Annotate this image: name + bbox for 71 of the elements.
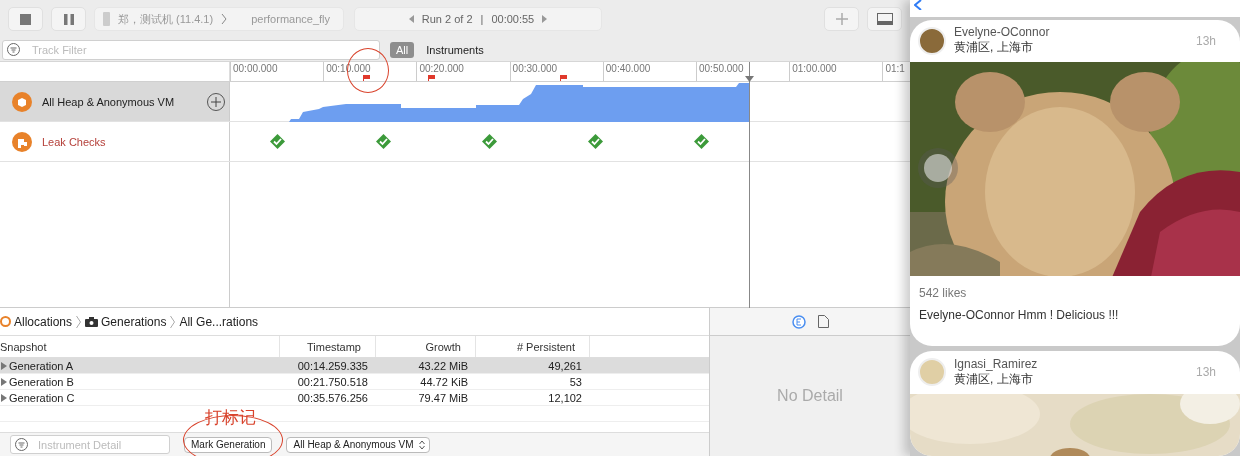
track-name: Leak Checks bbox=[42, 135, 106, 148]
track-header[interactable]: All Heap & Anonymous VM bbox=[0, 82, 230, 121]
plus-icon bbox=[211, 97, 221, 107]
table-cell-text: Generation C bbox=[9, 391, 76, 404]
user-name[interactable]: Ignasi_Ramirez bbox=[954, 356, 1188, 371]
table-cell-text: Generation A bbox=[9, 359, 75, 372]
table-cell-text: 00:14.259.335 bbox=[296, 359, 369, 372]
track-name: All Heap & Anonymous VM bbox=[42, 95, 175, 108]
breadcrumb-item[interactable]: Allocations bbox=[0, 314, 73, 329]
pause-button[interactable] bbox=[51, 7, 86, 31]
chevron-icon bbox=[221, 13, 228, 25]
pause-icon bbox=[63, 13, 74, 25]
allocations-icon bbox=[0, 316, 11, 327]
phone-icon bbox=[103, 12, 110, 26]
cube-icon bbox=[12, 91, 32, 112]
filter-icon bbox=[15, 438, 28, 451]
camera-icon bbox=[85, 316, 99, 327]
chevron-icon bbox=[170, 314, 176, 329]
faucet-icon bbox=[12, 131, 32, 152]
scope-tab[interactable]: Instruments bbox=[420, 41, 490, 58]
table-row[interactable]: Generation A 00:14.259.335 43.22 MiB 49,261 bbox=[0, 358, 709, 374]
stop-icon bbox=[20, 13, 31, 25]
updown-icon bbox=[418, 439, 425, 450]
column-header[interactable]: Growth bbox=[376, 336, 476, 357]
layout-button[interactable] bbox=[867, 7, 902, 31]
breadcrumb-item[interactable]: Generations bbox=[85, 314, 167, 329]
column-header[interactable]: Snapshot bbox=[0, 336, 280, 357]
table-cell-text: 43.22 MiB bbox=[417, 359, 469, 372]
table-cell-text: 00:35.576.256 bbox=[296, 391, 369, 404]
table-cell-text: 12,102 bbox=[547, 391, 583, 404]
next-icon[interactable] bbox=[542, 15, 548, 23]
user-name[interactable]: Evelyne-OConnor bbox=[954, 25, 1188, 40]
column-header[interactable]: Timestamp bbox=[280, 336, 376, 357]
avatar bbox=[918, 358, 946, 387]
info-icon[interactable] bbox=[791, 314, 806, 329]
location: 黄浦区, 上海市 bbox=[954, 39, 1034, 57]
time-tick: 00:30.000 bbox=[509, 62, 558, 81]
time-tick: 01:1 bbox=[882, 62, 905, 81]
comment: Evelyne-OConnor Hmm ! Delicious !!! bbox=[918, 306, 1120, 324]
table-cell-text: 49,261 bbox=[547, 359, 583, 372]
playhead-marker bbox=[745, 76, 754, 82]
previous-icon[interactable] bbox=[408, 15, 414, 23]
table-cell-text: 00:21.750.518 bbox=[296, 375, 369, 388]
post-time: 13h bbox=[1195, 365, 1216, 380]
back-icon[interactable] bbox=[914, 0, 922, 10]
separator: | bbox=[480, 13, 484, 25]
document-icon[interactable] bbox=[817, 315, 829, 328]
table-cell-text: 79.47 MiB bbox=[417, 391, 469, 404]
plus-icon bbox=[835, 13, 848, 25]
breadcrumb-item[interactable]: All Ge...rations bbox=[179, 314, 259, 329]
mark-generation-button[interactable]: Mark Generation bbox=[184, 436, 273, 453]
time-tick: 00:40.000 bbox=[602, 62, 651, 81]
table-cell-text: 44.72 KiB bbox=[419, 375, 469, 388]
avatar bbox=[918, 26, 946, 55]
filter-icon bbox=[7, 43, 20, 56]
post-time: 13h bbox=[1195, 33, 1216, 48]
time-tick: 00:00.000 bbox=[230, 62, 278, 81]
time-tick: 00:50.000 bbox=[696, 62, 744, 81]
stop-button[interactable] bbox=[8, 7, 43, 31]
column-header[interactable]: # Persistent bbox=[476, 336, 590, 357]
location: 黄浦区, 上海市 bbox=[954, 371, 1034, 388]
panel-icon bbox=[876, 13, 893, 25]
chevron-icon bbox=[76, 314, 82, 329]
run-label: Run 2 of 2 bbox=[421, 13, 473, 25]
table-cell-text: 53 bbox=[568, 375, 583, 388]
like-count: 542 likes bbox=[918, 284, 968, 300]
no-detail-message: No Detail bbox=[776, 386, 844, 406]
table-cell-text: Generation B bbox=[9, 375, 75, 388]
track-select[interactable]: All Heap & Anonymous VM bbox=[286, 436, 430, 453]
time-tick: 01:00.000 bbox=[789, 62, 837, 81]
duration: 00:00:55 bbox=[491, 13, 535, 25]
